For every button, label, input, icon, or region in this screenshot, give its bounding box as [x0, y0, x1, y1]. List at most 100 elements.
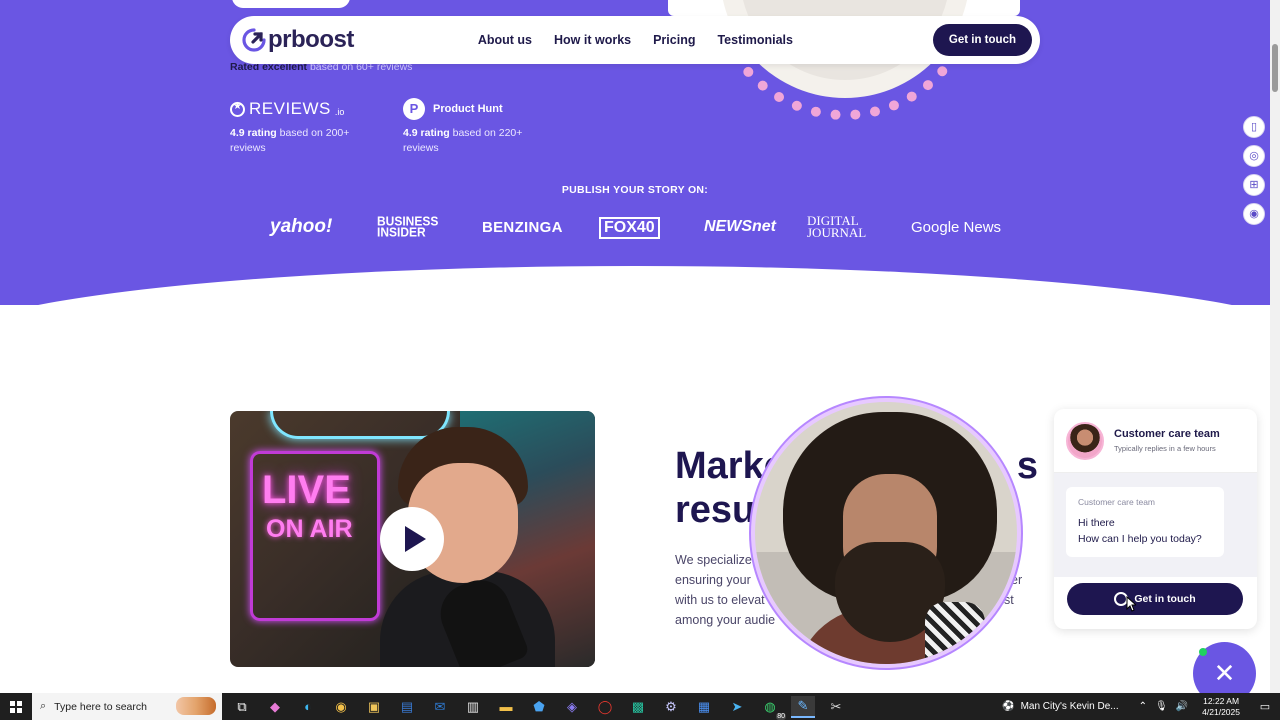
digital-journal-logo: DIGITAL JOURNAL [807, 212, 866, 242]
nav-get-in-touch-button[interactable]: Get in touch [932, 24, 1032, 56]
robot-icon[interactable]: ◉ [1243, 203, 1265, 225]
reviews-io-rating: REVIEWS .io 4.9 rating based on 200+ rev… [230, 98, 380, 156]
teams-icon[interactable]: ◈ [560, 696, 584, 718]
slides-icon[interactable]: ▦ [692, 696, 716, 718]
search-highlight-art [176, 697, 216, 715]
windows-start-button[interactable] [0, 693, 32, 720]
edge-icon[interactable]: ◐ [296, 696, 320, 718]
reviews-io-brand: REVIEWS [249, 99, 331, 118]
product-hunt-brand: Product Hunt [433, 103, 503, 115]
windows-logo-icon [10, 700, 22, 713]
app-icon[interactable]: ▩ [626, 696, 650, 718]
reviews-io-logo: REVIEWS .io [230, 98, 380, 120]
video-neon-arc [270, 411, 450, 439]
nav-about-us[interactable]: About us [478, 33, 532, 47]
hero-curve [0, 266, 1270, 305]
mouse-cursor-icon [1126, 596, 1136, 612]
microphone-icon[interactable]: 🎙 [1155, 701, 1168, 712]
chat-message-bubble: Customer care team Hi there How can I he… [1066, 487, 1224, 557]
notepad-icon[interactable]: ▥ [461, 696, 485, 718]
body-line2: ensuring your [675, 573, 751, 587]
chat-message-line2: How can I help you today? [1078, 533, 1202, 545]
outlook-icon[interactable]: ✉ [428, 696, 452, 718]
navbar: prboost About us How it works Pricing Te… [230, 16, 1040, 64]
top-pill [232, 0, 350, 8]
star-icon [230, 101, 245, 117]
product-hunt-rating: P Product Hunt 4.9 rating based on 220+ … [403, 98, 553, 156]
product-hunt-logo: P Product Hunt [403, 98, 553, 120]
copilot-icon[interactable]: ◆ [263, 696, 287, 718]
defender-icon[interactable]: ⬟ [527, 696, 551, 718]
nav-links: About us How it works Pricing Testimonia… [478, 33, 793, 47]
chevron-up-icon[interactable]: ⌃ [1139, 701, 1147, 712]
google-news-logo: Google News [911, 218, 1002, 236]
book-icon[interactable]: ▯ [1243, 116, 1265, 138]
system-tray: ⚽ Man City's Kevin De... ⌃ 🎙 🔊 12:22 AM … [1002, 696, 1280, 718]
chat-widget: Customer care team Typically replies in … [1054, 409, 1257, 629]
opera-icon[interactable]: ◯ [593, 696, 617, 718]
chat-reply-note: Typically replies in a few hours [1114, 444, 1216, 453]
publish-title: PUBLISH YOUR STORY ON: [561, 184, 709, 196]
prboost-logo-text: prboost [268, 26, 354, 53]
active-app-icon[interactable]: ✎ [791, 695, 815, 718]
news-widget[interactable]: ⚽ Man City's Kevin De... [1002, 701, 1119, 712]
digital-journal-line2: JOURNAL [807, 225, 867, 240]
windows-taskbar: ⌕ Type here to search ⧉ ◆ ◐ ◉ ▣ ▤ ✉ ▥ ▬ … [0, 693, 1280, 720]
chat-message-line1: Hi there [1078, 517, 1115, 529]
prboost-logo-icon [242, 28, 266, 52]
search-icon: ⌕ [40, 700, 47, 712]
taskbar-clock[interactable]: 12:22 AM 4/21/2025 [1202, 696, 1240, 718]
chat-get-in-touch-button[interactable]: Get in touch [1067, 583, 1243, 615]
taskbar-search-placeholder: Type here to search [54, 700, 147, 713]
agent-avatar [1066, 421, 1104, 460]
chat-bubble-sender: Customer care team [1078, 497, 1155, 507]
snipping-tool-icon[interactable]: ✂ [824, 696, 848, 718]
settings-icon[interactable]: ⚙ [659, 696, 683, 718]
product-hunt-desc: 4.9 rating based on 220+ reviews [403, 126, 553, 156]
video-player[interactable]: LIVE ON AIR [230, 411, 595, 667]
grid-icon[interactable]: ⊞ [1243, 174, 1265, 196]
business-insider-line2: INSIDER [377, 224, 426, 240]
volume-icon[interactable]: 🔊 [1176, 701, 1188, 712]
notification-icon[interactable]: ▭ [1254, 700, 1276, 713]
whatsapp-taskbar-icon[interactable]: ◍ 80 [758, 696, 786, 720]
product-hunt-icon: P [403, 98, 425, 120]
reviews-io-desc: 4.9 rating based on 200+ reviews [230, 126, 380, 156]
file-explorer-icon[interactable]: ▬ [494, 696, 518, 718]
business-insider-logo: BUSINESS INSIDER [377, 212, 438, 242]
neon-on-air-sign: ON AIR [266, 515, 353, 543]
taskbar-apps: ⧉ ◆ ◐ ◉ ▣ ▤ ✉ ▥ ▬ ⬟ ◈ ◯ ▩ ⚙ ▦ ➤ ◍ 80 ✎ ✂ [230, 695, 848, 720]
telegram-icon[interactable]: ➤ [725, 696, 749, 718]
benzinga-logo: BENZINGA [482, 218, 563, 236]
taskbar-search[interactable]: ⌕ Type here to search [32, 693, 222, 720]
store-icon[interactable]: ▣ [362, 696, 386, 718]
fox40-logo: FOX40 [599, 217, 660, 239]
podcast-icon[interactable]: ◎ [1243, 145, 1265, 167]
webcam-overlay [751, 398, 1021, 668]
whatsapp-badge: 80 [776, 712, 786, 720]
nav-testimonials[interactable]: Testimonials [717, 33, 792, 47]
reviews-io-suffix: .io [334, 107, 345, 117]
news-icon: ⚽ [1002, 701, 1015, 712]
chat-team-name: Customer care team [1114, 428, 1220, 440]
nav-pricing[interactable]: Pricing [653, 33, 695, 47]
chat-cta-label: Get in touch [1134, 593, 1196, 605]
clock-time: 12:22 AM [1203, 695, 1240, 706]
play-icon[interactable] [380, 507, 444, 571]
reviews-io-score: 4.9 rating [230, 127, 277, 139]
side-toolbar: ▯ ◎ ⊞ ◉ [1243, 116, 1267, 232]
scrollbar-thumb[interactable] [1272, 44, 1278, 92]
chat-body: Customer care team Hi there How can I he… [1054, 473, 1257, 577]
prboost-logo[interactable]: prboost [242, 26, 354, 54]
newsnet-logo: NEWSnet [704, 218, 776, 235]
yahoo-logo: yahoo! [270, 216, 333, 237]
online-status-dot [1199, 648, 1207, 656]
chat-header: Customer care team Typically replies in … [1054, 409, 1257, 473]
nav-how-it-works[interactable]: How it works [554, 33, 631, 47]
chrome-icon[interactable]: ◉ [329, 696, 353, 718]
page-scrollbar[interactable] [1270, 0, 1280, 693]
headline-tail: s [1016, 445, 1038, 487]
webcam-person-scarf [925, 602, 985, 664]
word-icon[interactable]: ▤ [395, 696, 419, 718]
task-view-icon[interactable]: ⧉ [230, 696, 254, 718]
